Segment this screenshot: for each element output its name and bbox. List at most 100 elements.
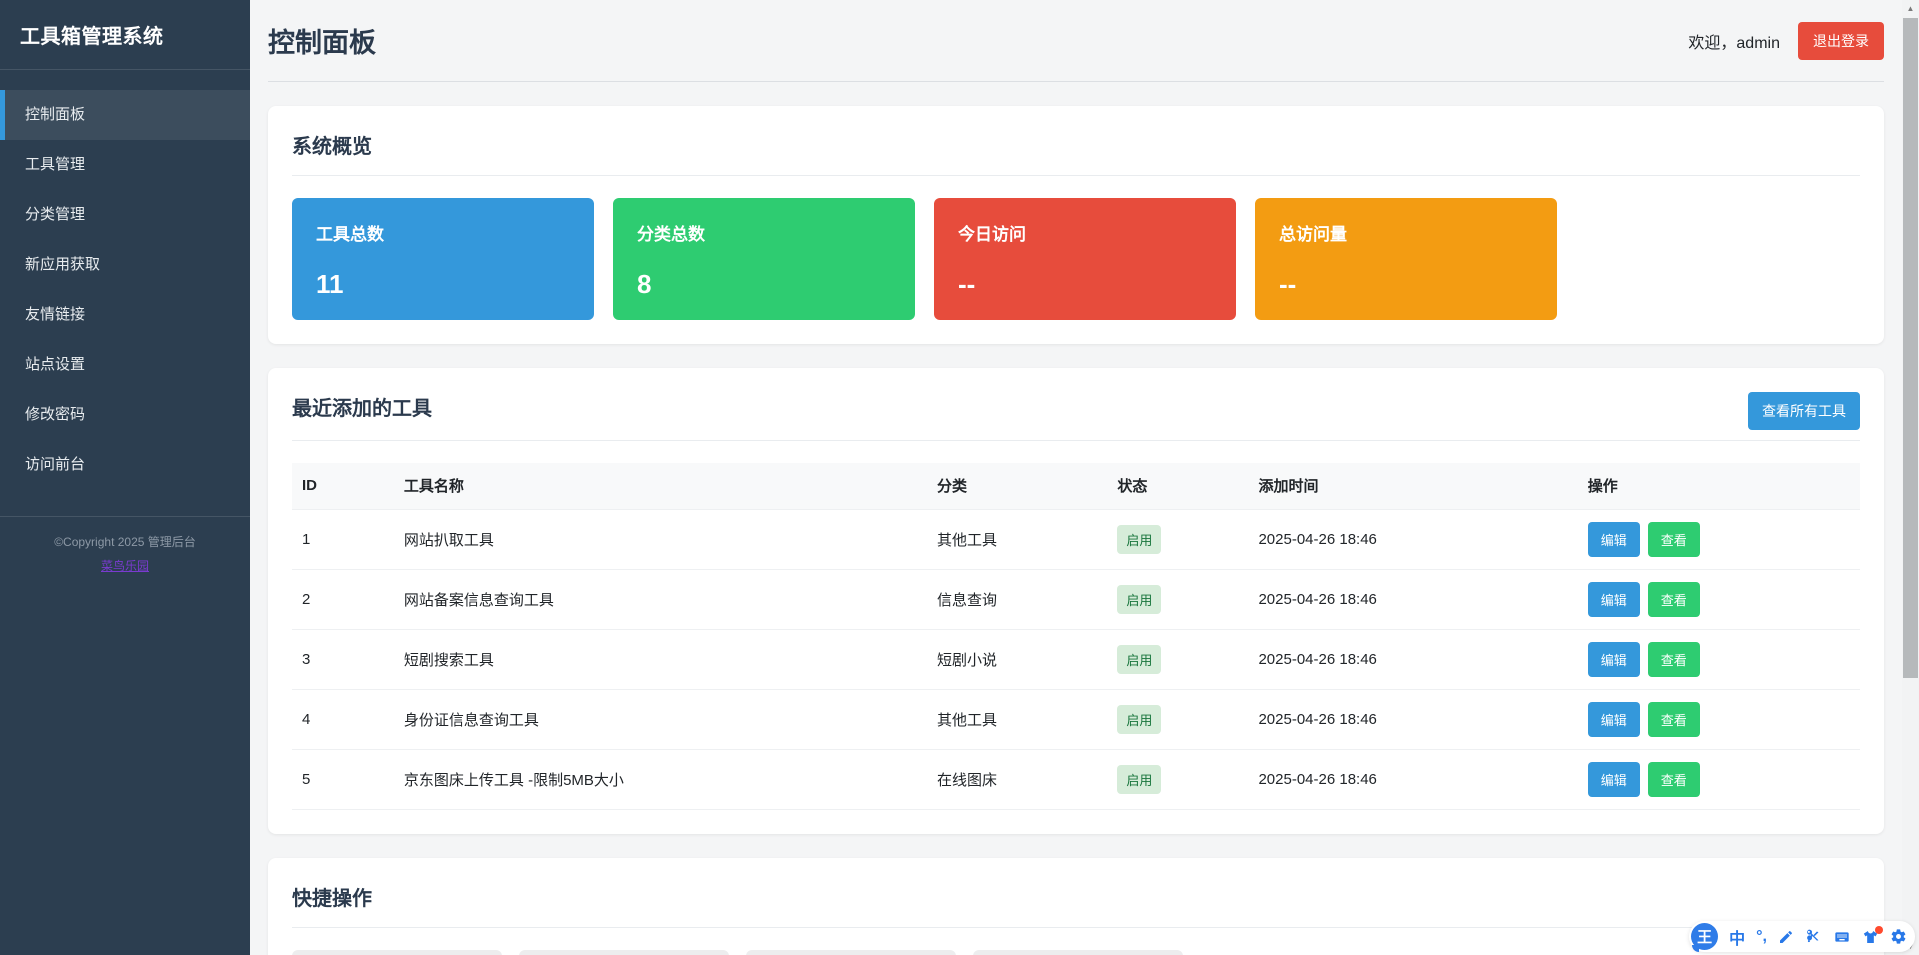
view-button[interactable]: 查看 <box>1648 702 1700 737</box>
view-all-tools-button[interactable]: 查看所有工具 <box>1748 392 1860 430</box>
edit-button[interactable]: 编辑 <box>1588 702 1640 737</box>
ime-scissors-icon[interactable] <box>1805 928 1822 945</box>
cell-id: 5 <box>292 749 394 809</box>
cell-tool-name: 网站扒取工具 <box>394 509 927 569</box>
cell-id: 4 <box>292 689 394 749</box>
column-header: ID <box>292 463 394 509</box>
quick-action-item[interactable] <box>973 950 1183 955</box>
recent-tools-head: 最近添加的工具 查看所有工具 <box>292 392 1860 441</box>
column-header: 工具名称 <box>394 463 927 509</box>
cell-actions: 编辑查看 <box>1578 749 1860 809</box>
welcome-text: 欢迎，admin <box>1688 29 1780 53</box>
stat-label: 分类总数 <box>637 220 891 245</box>
sidebar-item-友情链接[interactable]: 友情链接 <box>0 290 250 340</box>
stat-label: 工具总数 <box>316 220 570 245</box>
edit-button[interactable]: 编辑 <box>1588 582 1640 617</box>
cell-category: 其他工具 <box>927 689 1107 749</box>
scroll-up-arrow-icon[interactable]: ▲ <box>1902 0 1919 17</box>
ime-keyboard-icon[interactable] <box>1833 929 1851 945</box>
copyright-text: ©Copyright 2025 管理后台 <box>8 533 242 550</box>
sidebar-footer: ©Copyright 2025 管理后台 菜鸟乐园 <box>0 516 250 590</box>
stat-card: 今日访问-- <box>934 198 1236 320</box>
cell-status: 启用 <box>1107 569 1248 629</box>
cell-category: 在线图床 <box>927 749 1107 809</box>
ime-settings-icon[interactable] <box>1890 928 1907 945</box>
overview-card-head: 系统概览 <box>292 130 1860 176</box>
sidebar-item-站点设置[interactable]: 站点设置 <box>0 340 250 390</box>
stat-value: -- <box>958 269 1212 300</box>
table-row: 4身份证信息查询工具其他工具启用2025-04-26 18:46编辑查看 <box>292 689 1860 749</box>
topbar-right: 欢迎，admin 退出登录 <box>1688 22 1884 60</box>
cell-category: 短剧小说 <box>927 629 1107 689</box>
column-header: 添加时间 <box>1248 463 1577 509</box>
stats-grid: 工具总数11 分类总数 8 今日访问-- 总访问量 -- <box>292 198 1860 320</box>
cell-tool-name: 身份证信息查询工具 <box>394 689 927 749</box>
notification-dot <box>1875 926 1883 934</box>
main-content: 控制面板 欢迎，admin 退出登录 系统概览 工具总数11 分类总数 8 今日访问-… <box>250 0 1919 955</box>
edit-button[interactable]: 编辑 <box>1588 522 1640 557</box>
page-title: 控制面板 <box>268 21 376 60</box>
ime-language-mode-icon[interactable]: 中 <box>1729 925 1745 949</box>
table-row: 3短剧搜索工具短剧小说启用2025-04-26 18:46编辑查看 <box>292 629 1860 689</box>
cell-actions: 编辑查看 <box>1578 629 1860 689</box>
cell-added-time: 2025-04-26 18:46 <box>1248 749 1577 809</box>
cell-id: 1 <box>292 509 394 569</box>
sidebar-item-控制面板[interactable]: 控制面板 <box>0 90 250 140</box>
cell-category: 其他工具 <box>927 509 1107 569</box>
scrollbar-thumb[interactable] <box>1903 18 1918 678</box>
cell-status: 启用 <box>1107 689 1248 749</box>
stat-card: 工具总数11 <box>292 198 594 320</box>
logout-button[interactable]: 退出登录 <box>1798 22 1884 60</box>
sidebar-item-修改密码[interactable]: 修改密码 <box>0 390 250 440</box>
view-button[interactable]: 查看 <box>1648 522 1700 557</box>
stat-card: 总访问量 -- <box>1255 198 1557 320</box>
status-badge: 启用 <box>1117 645 1161 674</box>
ime-logo-icon[interactable]: 王 <box>1691 923 1718 950</box>
ime-tools <box>1778 928 1907 945</box>
recent-tools-card: 最近添加的工具 查看所有工具 ID工具名称分类状态添加时间操作 1网站扒取工具其… <box>268 368 1884 834</box>
table-row: 1网站扒取工具其他工具启用2025-04-26 18:46编辑查看 <box>292 509 1860 569</box>
quick-action-item[interactable] <box>519 950 729 955</box>
app-root: 工具箱管理系统 控制面板工具管理分类管理新应用获取友情链接站点设置修改密码访问前… <box>0 0 1919 955</box>
ime-skin-icon[interactable] <box>1862 929 1879 945</box>
status-badge: 启用 <box>1117 525 1161 554</box>
quick-action-item[interactable] <box>292 950 502 955</box>
stat-value: -- <box>1279 269 1533 300</box>
edit-button[interactable]: 编辑 <box>1588 762 1640 797</box>
sidebar-item-分类管理[interactable]: 分类管理 <box>0 190 250 240</box>
view-button[interactable]: 查看 <box>1648 762 1700 797</box>
sidebar-item-访问前台[interactable]: 访问前台 <box>0 440 250 490</box>
stat-label: 总访问量 <box>1279 220 1533 245</box>
vertical-scrollbar[interactable]: ▲ ▼ <box>1902 0 1919 955</box>
edit-button[interactable]: 编辑 <box>1588 642 1640 677</box>
ime-punctuation-icon[interactable]: °, <box>1756 928 1767 946</box>
status-badge: 启用 <box>1117 585 1161 614</box>
quick-action-item[interactable] <box>746 950 956 955</box>
cell-status: 启用 <box>1107 749 1248 809</box>
overview-card: 系统概览 工具总数11 分类总数 8 今日访问-- 总访问量 -- <box>268 106 1884 344</box>
cell-status: 启用 <box>1107 629 1248 689</box>
table-row: 5京东图床上传工具 -限制5MB大小在线图床启用 2025-04-26 18:46… <box>292 749 1860 809</box>
topbar: 控制面板 欢迎，admin 退出登录 <box>268 0 1884 82</box>
quick-actions-title: 快捷操作 <box>292 882 372 927</box>
cell-tool-name: 网站备案信息查询工具 <box>394 569 927 629</box>
quick-actions-card: 快捷操作 <box>268 858 1884 955</box>
sidebar-item-工具管理[interactable]: 工具管理 <box>0 140 250 190</box>
cell-tool-name: 京东图床上传工具 -限制5MB大小 <box>394 749 927 809</box>
ime-pencil-icon[interactable] <box>1778 929 1794 945</box>
cell-category: 信息查询 <box>927 569 1107 629</box>
table-body: 1网站扒取工具其他工具启用2025-04-26 18:46编辑查看2网站备案信息… <box>292 509 1860 809</box>
view-button[interactable]: 查看 <box>1648 582 1700 617</box>
sidebar-nav: 控制面板工具管理分类管理新应用获取友情链接站点设置修改密码访问前台 <box>0 70 250 490</box>
table-row: 2网站备案信息查询工具信息查询启用2025-04-26 18:46编辑查看 <box>292 569 1860 629</box>
recent-tools-table: ID工具名称分类状态添加时间操作 1网站扒取工具其他工具启用2025-04-26… <box>292 463 1860 810</box>
table-header-row: ID工具名称分类状态添加时间操作 <box>292 463 1860 509</box>
cell-actions: 编辑查看 <box>1578 689 1860 749</box>
quick-actions-head: 快捷操作 <box>292 882 1860 928</box>
sidebar-item-新应用获取[interactable]: 新应用获取 <box>0 240 250 290</box>
stat-value: 8 <box>637 269 891 300</box>
footer-link[interactable]: 菜鸟乐园 <box>101 557 149 574</box>
sidebar: 工具箱管理系统 控制面板工具管理分类管理新应用获取友情链接站点设置修改密码访问前… <box>0 0 250 955</box>
view-button[interactable]: 查看 <box>1648 642 1700 677</box>
status-badge: 启用 <box>1117 765 1161 794</box>
